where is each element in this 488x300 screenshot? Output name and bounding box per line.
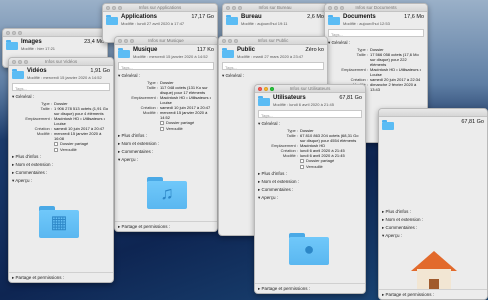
item-name: Vidéos bbox=[27, 68, 47, 74]
tags-field[interactable]: Tags... bbox=[12, 83, 110, 91]
window-title: Infos sur Applications bbox=[138, 5, 182, 10]
music-folder-preview: ♫ bbox=[147, 177, 187, 209]
section-preview[interactable]: ▾ Aperçu : bbox=[115, 156, 217, 164]
item-name: Images bbox=[21, 39, 42, 45]
modified-line: Modifié : lundi 6 avril 2020 à 21:45 bbox=[273, 102, 334, 107]
folder-icon bbox=[222, 48, 234, 58]
section-more-info[interactable]: ▸ Plus d'infos : bbox=[379, 208, 487, 216]
modified-line: Modifié : aujourd'hui 12:53 bbox=[343, 21, 390, 26]
section-sharing-permissions[interactable]: ▸ Partage et permissions : bbox=[255, 283, 365, 293]
folder-icon bbox=[226, 15, 238, 25]
item-name: Documents bbox=[343, 14, 376, 20]
folder-icon bbox=[6, 40, 18, 50]
modified-line: Modifié : mercredi 15 janvier 2020 à 14:… bbox=[27, 75, 102, 80]
title-bar: Infos sur Utilisateurs bbox=[255, 85, 365, 93]
tags-field[interactable]: Tags... bbox=[222, 62, 324, 70]
item-name: Applications bbox=[121, 14, 158, 20]
item-name: Public bbox=[237, 47, 256, 53]
zoom-button[interactable] bbox=[270, 87, 274, 91]
item-name: Musique bbox=[133, 47, 158, 53]
section-more-info[interactable]: ▸ Plus d'infos : bbox=[255, 170, 365, 178]
item-size: 2,6 Mo bbox=[307, 14, 324, 20]
section-name-extension[interactable]: ▸ Nom et extension : bbox=[115, 140, 217, 148]
info-window-videos: Infos sur Vidéos Vidéos 1,91 Go Modifié … bbox=[8, 57, 114, 283]
modified-line: Modifié : mardi 27 mars 2020 à 23:47 bbox=[237, 54, 304, 59]
window-title: Infos sur Musique bbox=[148, 38, 184, 43]
users-folder-preview: ● bbox=[289, 233, 329, 265]
title-bar bbox=[379, 109, 487, 117]
section-comments[interactable]: ▸ Commentaires : bbox=[255, 186, 365, 194]
title-bar bbox=[3, 29, 107, 37]
window-title: Infos sur Utilisateurs bbox=[289, 86, 331, 91]
folder-icon bbox=[106, 15, 118, 25]
item-size: 17,17 Go bbox=[191, 14, 214, 20]
title-bar: Infos sur Musique bbox=[115, 37, 217, 45]
window-title: Infos sur Documents bbox=[355, 5, 397, 10]
folder-icon bbox=[258, 96, 270, 106]
window-title: Infos sur Public bbox=[257, 38, 289, 43]
item-size: Zéro ko bbox=[305, 47, 324, 53]
tags-field[interactable]: Tags... bbox=[258, 110, 362, 118]
music-note-icon: ♫ bbox=[160, 183, 174, 203]
item-size: 117 Ko bbox=[196, 47, 214, 53]
window-title: Infos sur Vidéos bbox=[44, 59, 78, 64]
section-comments[interactable]: ▸ Commentaires : bbox=[9, 169, 113, 177]
title-bar: Infos sur Vidéos bbox=[9, 58, 113, 66]
film-icon: ▦ bbox=[50, 212, 68, 232]
info-window-utilisateurs: Infos sur Utilisateurs Utilisateurs 67,8… bbox=[254, 84, 366, 294]
section-more-info[interactable]: ▸ Plus d'infos : bbox=[9, 153, 113, 161]
section-more-info[interactable]: ▸ Plus d'infos : bbox=[115, 132, 217, 140]
modified-line: Modifié : mercredi 15 janvier 2020 à 14:… bbox=[133, 54, 208, 59]
section-general[interactable]: ▾ Général : bbox=[219, 72, 327, 80]
section-name-extension[interactable]: ▸ Nom et extension : bbox=[255, 178, 365, 186]
modified-line: Modifié : hier 17:21 bbox=[21, 46, 56, 51]
item-size: 1,91 Go bbox=[90, 68, 110, 74]
section-sharing-permissions[interactable]: ▸ Partage et permissions : bbox=[115, 221, 217, 231]
info-window-musique: Infos sur Musique Musique 117 Ko Modifié… bbox=[114, 36, 218, 232]
section-preview[interactable]: ▾ Aperçu : bbox=[9, 177, 113, 185]
title-bar: Infos sur Documents bbox=[325, 4, 427, 12]
item-name: Utilisateurs bbox=[273, 95, 306, 101]
section-general[interactable]: ▾ Général : bbox=[9, 93, 113, 101]
title-bar: Infos sur Applications bbox=[103, 4, 217, 12]
section-comments[interactable]: ▸ Commentaires : bbox=[115, 148, 217, 156]
section-sharing-permissions[interactable]: ▸ Partage et permissions : bbox=[9, 272, 113, 282]
item-size: 67,81 Go bbox=[461, 119, 484, 125]
tags-field[interactable]: Tags... bbox=[328, 29, 424, 37]
section-sharing-permissions[interactable]: ▸ Partage et permissions : bbox=[379, 289, 487, 299]
videos-folder-preview: ▦ bbox=[39, 206, 79, 238]
section-name-extension[interactable]: ▸ Nom et extension : bbox=[379, 216, 487, 224]
section-comments[interactable]: ▸ Commentaires : bbox=[379, 224, 487, 232]
section-general[interactable]: ▾ Général : bbox=[325, 39, 427, 47]
modified-line: Modifié : lundi 27 avril 2020 à 17:47 bbox=[121, 21, 185, 26]
window-title: Infos sur Bureau bbox=[258, 5, 292, 10]
title-bar: Infos sur Public bbox=[219, 37, 327, 45]
minimize-button[interactable] bbox=[264, 87, 268, 91]
title-bar: Infos sur Bureau bbox=[223, 4, 327, 12]
section-preview[interactable]: ▾ Aperçu : bbox=[379, 232, 487, 240]
tags-field[interactable]: Tags... bbox=[118, 62, 214, 70]
folder-icon bbox=[382, 120, 394, 130]
modified-line: Modifié : aujourd'hui 19:11 bbox=[241, 21, 288, 26]
folder-icon bbox=[118, 48, 130, 58]
folder-icon bbox=[328, 15, 340, 25]
section-preview[interactable]: ▾ Aperçu : bbox=[255, 194, 365, 202]
section-general[interactable]: ▾ Général : bbox=[255, 120, 365, 128]
item-size: 17,6 Mo bbox=[404, 14, 424, 20]
section-name-extension[interactable]: ▸ Nom et extension : bbox=[9, 161, 113, 169]
folder-icon bbox=[12, 69, 24, 79]
item-size: 67,81 Go bbox=[339, 95, 362, 101]
item-name: Bureau bbox=[241, 14, 262, 20]
info-window-louise: 67,81 Go ▸ Plus d'infos : ▸ Nom et exten… bbox=[378, 108, 488, 300]
close-button[interactable] bbox=[258, 87, 262, 91]
user-icon: ● bbox=[303, 239, 315, 259]
item-size: 23,4 Mo bbox=[84, 39, 104, 45]
section-general[interactable]: ▾ Général : bbox=[115, 72, 217, 80]
